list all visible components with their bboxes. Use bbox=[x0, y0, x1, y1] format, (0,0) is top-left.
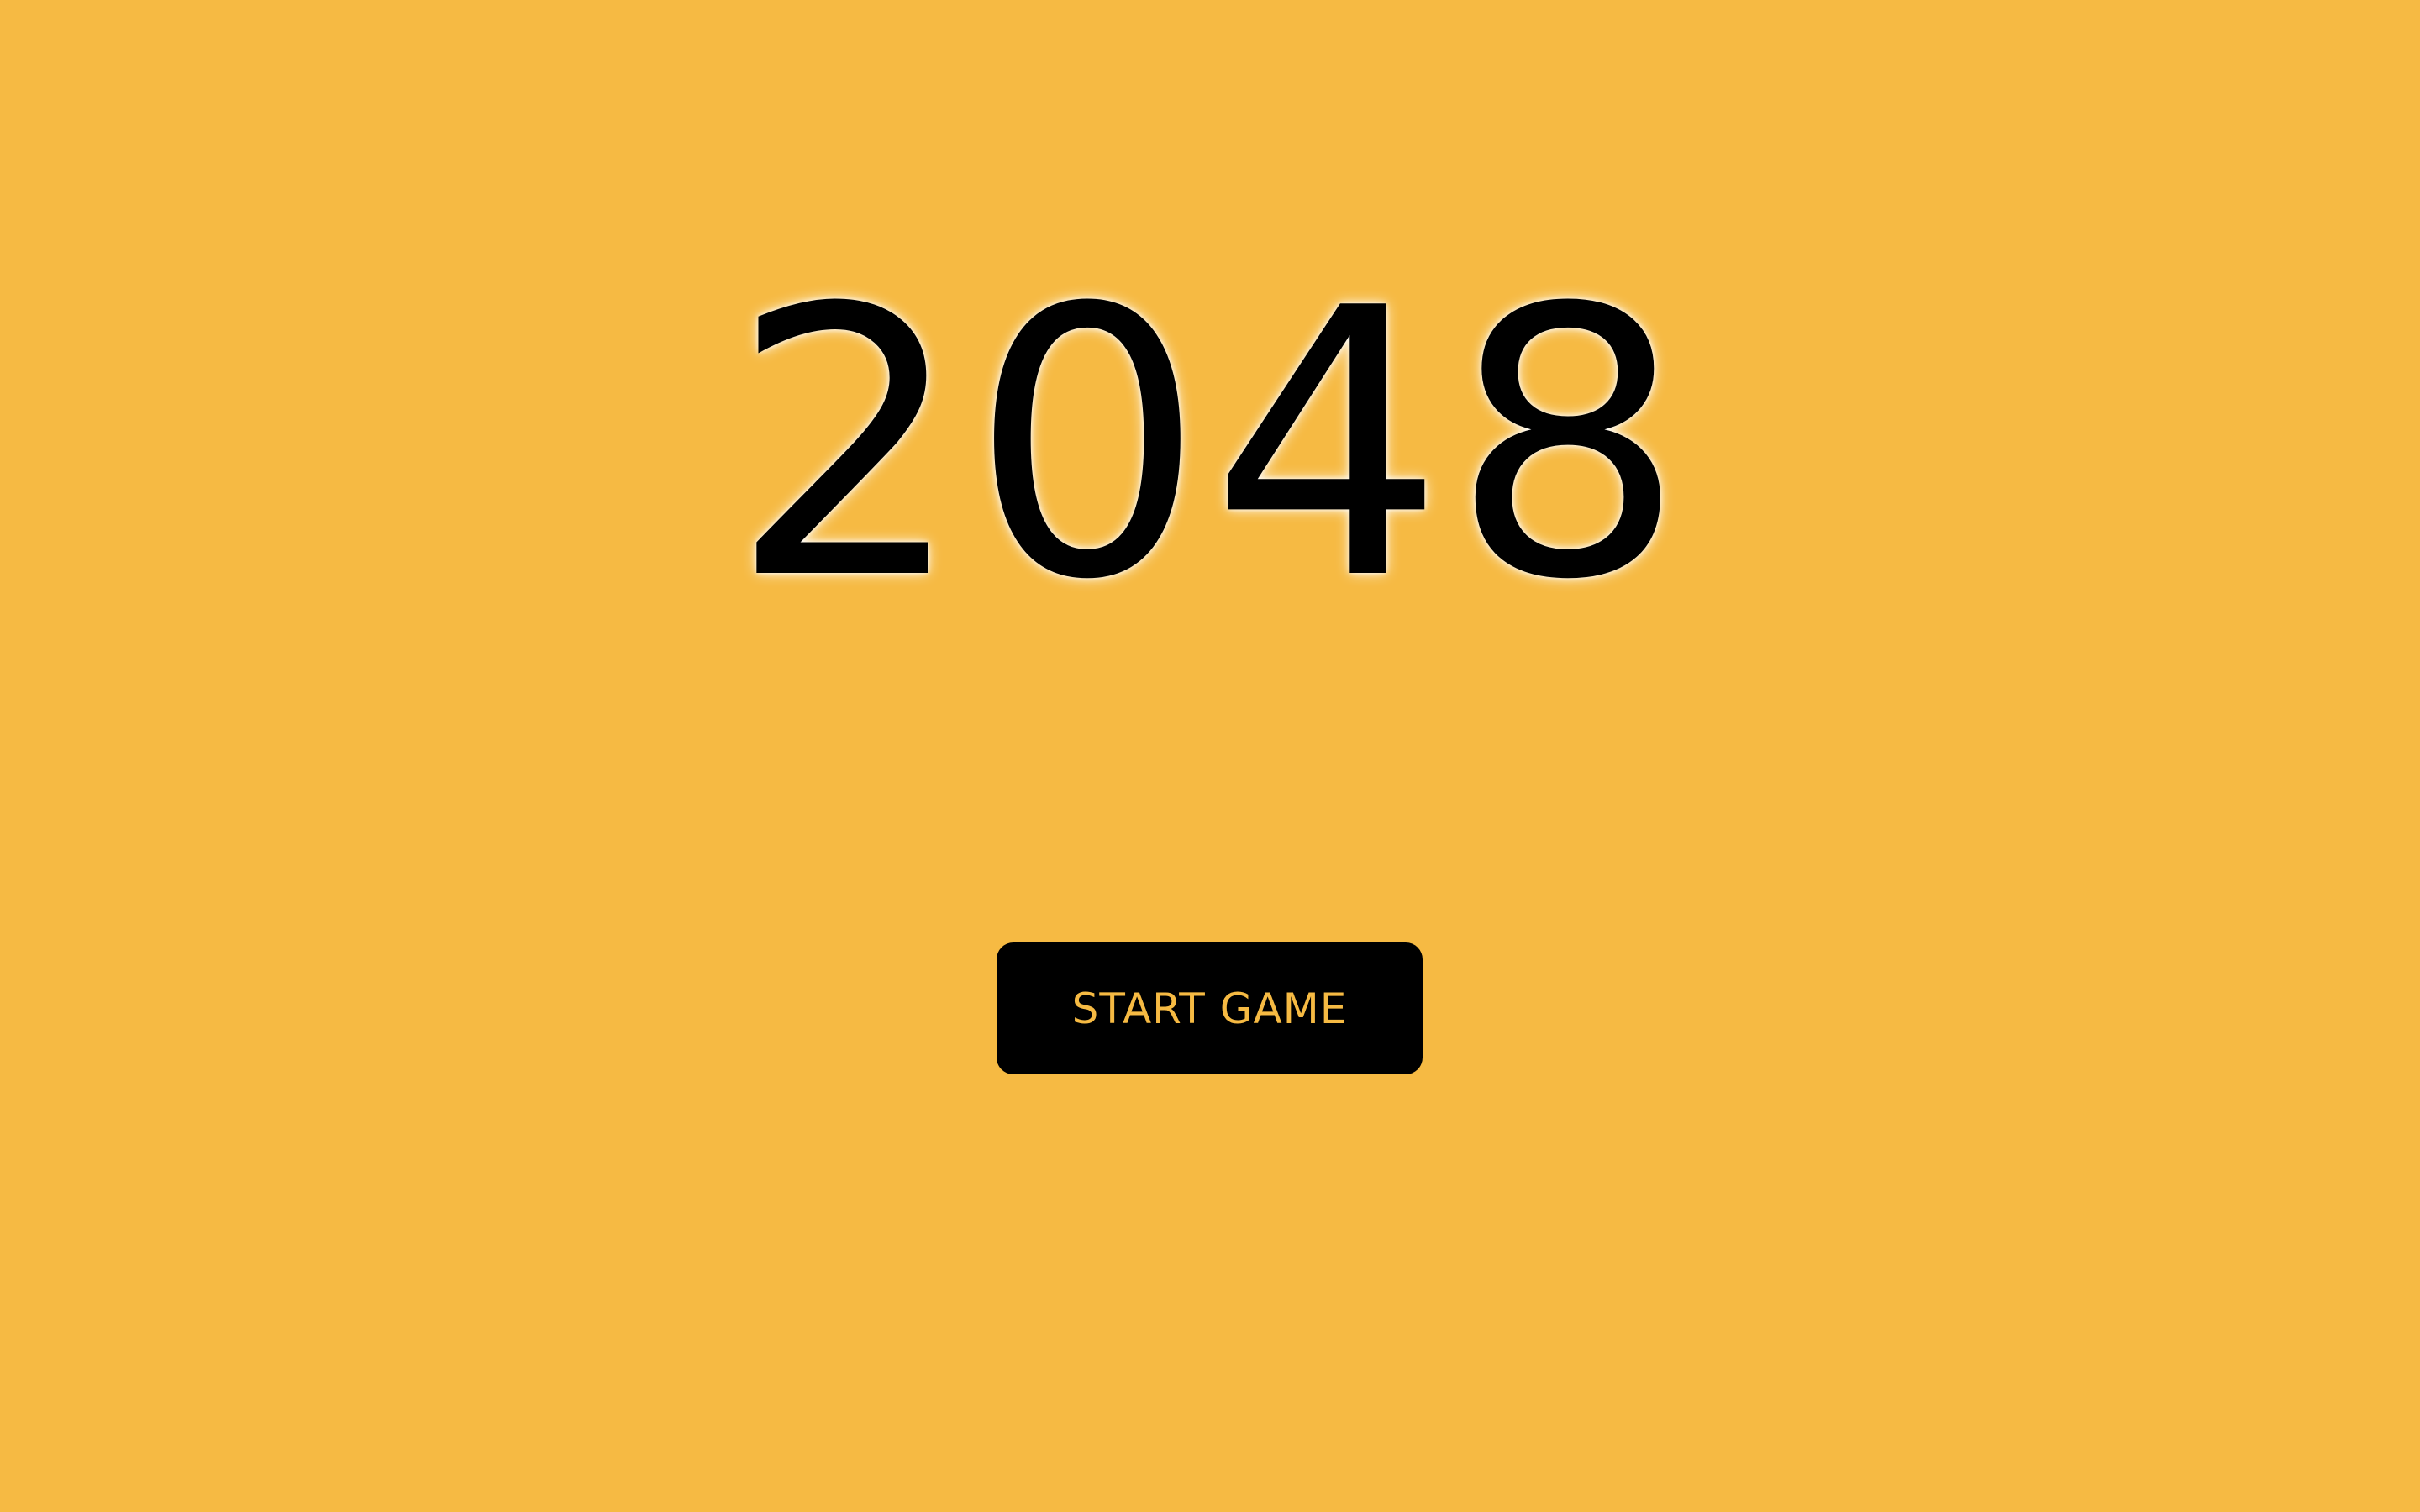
game-title: 2048 bbox=[729, 230, 1691, 660]
start-game-button[interactable]: START GAME bbox=[997, 942, 1423, 1074]
start-game-button-label: START GAME bbox=[1071, 984, 1348, 1033]
